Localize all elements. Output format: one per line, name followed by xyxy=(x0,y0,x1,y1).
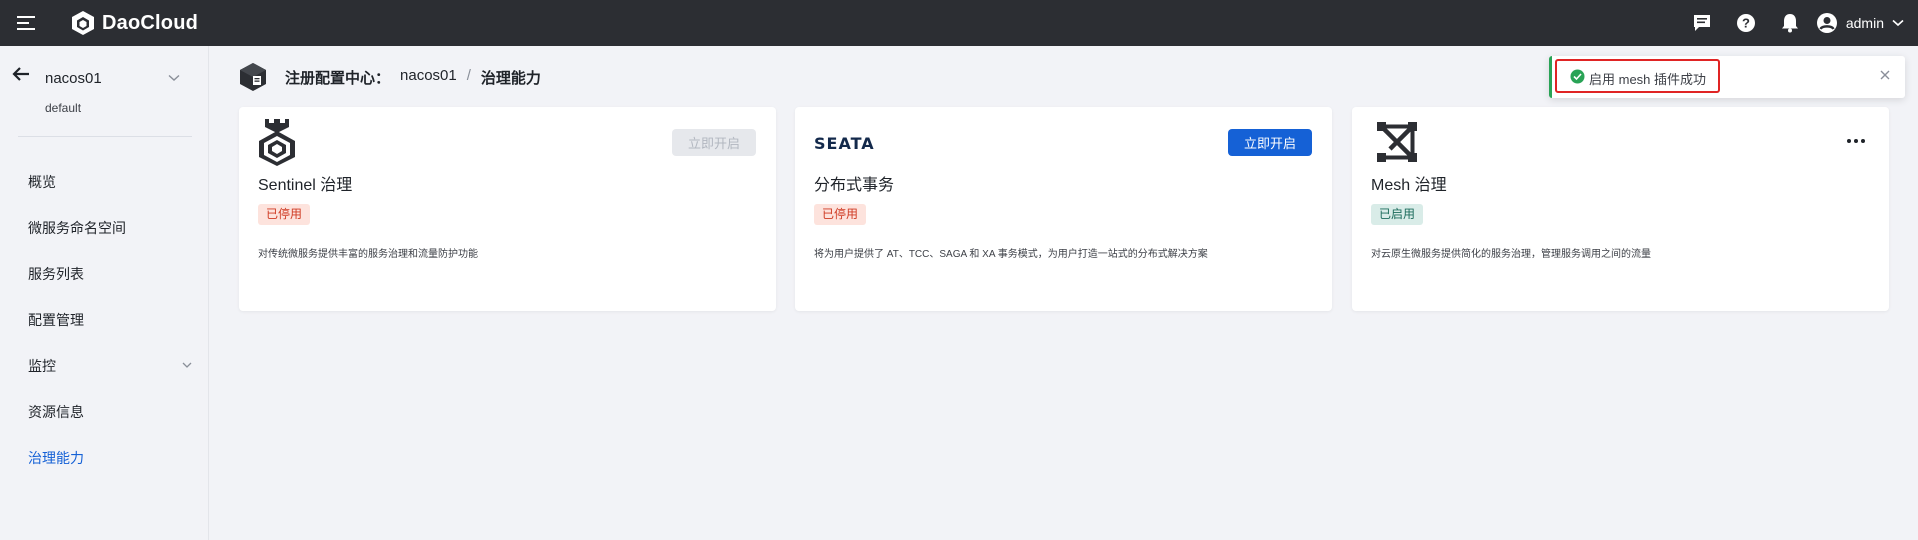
mesh-card: Mesh 治理 已启用 对云原生微服务提供简化的服务治理，管理服务调用之间的流量 xyxy=(1352,107,1889,311)
workspace-selector: nacos01 default xyxy=(0,46,208,136)
breadcrumb-instance-link[interactable]: nacos01 xyxy=(400,67,457,88)
breadcrumb-prefix: 注册配置中心： xyxy=(285,69,391,87)
help-icon: ? xyxy=(1736,14,1755,32)
sidebar-item-namespaces[interactable]: 微服务命名空间 xyxy=(0,205,209,251)
daocloud-logo-icon xyxy=(72,11,94,35)
message-icon xyxy=(1693,15,1710,31)
brand-name: DaoCloud xyxy=(102,11,199,34)
enable-sentinel-button[interactable]: 立即开启 xyxy=(672,129,756,156)
breadcrumb-current: 治理能力 xyxy=(480,69,541,87)
seata-logo-text: SEATA xyxy=(814,134,875,153)
sidebar-item-resources[interactable]: 资源信息 xyxy=(0,389,209,435)
bell-icon xyxy=(1781,14,1798,33)
sidebar-item-governance[interactable]: 治理能力 xyxy=(0,435,209,481)
message-button[interactable] xyxy=(1680,0,1724,46)
seata-card: SEATA 立即开启 分布式事务 已停用 将为用户提供了 AT、TCC、SAGA… xyxy=(795,107,1332,311)
brand-logo[interactable]: DaoCloud xyxy=(70,10,198,36)
sidebar-nav: 概览 微服务命名空间 服务列表 配置管理 监控 资源信息 治理能力 xyxy=(0,159,209,481)
status-badge: 已停用 xyxy=(258,204,311,225)
more-actions-button[interactable] xyxy=(1843,131,1869,151)
sidebar-item-label: 资源信息 xyxy=(28,404,84,420)
breadcrumb: 注册配置中心： nacos01 / 治理能力 xyxy=(239,62,541,92)
card-title: 分布式事务 xyxy=(814,177,895,194)
success-toast: 启用 mesh 插件成功 xyxy=(1549,56,1905,98)
breadcrumb-separator: / xyxy=(466,66,471,84)
help-button[interactable]: ? xyxy=(1724,0,1768,46)
card-description: 将为用户提供了 AT、TCC、SAGA 和 XA 事务模式，为用户打造一站式的分… xyxy=(814,249,1208,260)
registry-cube-icon xyxy=(240,63,266,91)
namespace-name: default xyxy=(45,101,82,115)
sidebar: nacos01 default 概览 微服务命名空间 服务列表 配置管理 监控 … xyxy=(0,46,209,540)
button-label: 立即开启 xyxy=(687,136,740,151)
menu-toggle-button[interactable] xyxy=(0,0,54,46)
user-menu[interactable]: admin xyxy=(1816,12,1904,34)
status-badge: 已停用 xyxy=(814,204,867,225)
card-description: 对传统微服务提供丰富的服务治理和流量防护功能 xyxy=(258,249,478,260)
sentinel-logo-icon xyxy=(259,119,295,166)
mesh-logo-icon xyxy=(1377,122,1417,162)
more-dot xyxy=(1854,139,1858,143)
sidebar-item-label: 治理能力 xyxy=(28,450,84,466)
sentinel-card: 立即开启 Sentinel 治理 已停用 对传统微服务提供丰富的服务治理和流量防… xyxy=(239,107,776,311)
chevron-down-icon[interactable] xyxy=(168,74,180,82)
status-badge: 已启用 xyxy=(1371,204,1424,225)
close-icon[interactable] xyxy=(1879,69,1891,81)
check-circle-icon xyxy=(1570,69,1585,84)
sidebar-item-overview[interactable]: 概览 xyxy=(0,159,209,205)
chevron-down-icon xyxy=(182,362,192,368)
card-title: Sentinel 治理 xyxy=(258,177,353,194)
avatar-icon xyxy=(1816,13,1837,33)
chevron-down-icon xyxy=(1892,19,1904,27)
sidebar-item-label: 监控 xyxy=(28,358,56,374)
more-dot xyxy=(1847,139,1851,143)
sidebar-item-label: 服务列表 xyxy=(28,266,84,282)
back-arrow-icon[interactable] xyxy=(12,66,30,82)
enable-seata-button[interactable]: 立即开启 xyxy=(1228,129,1312,156)
notification-button[interactable] xyxy=(1768,0,1812,46)
sidebar-divider xyxy=(18,136,192,137)
svg-text:?: ? xyxy=(1742,16,1750,31)
sidebar-item-services[interactable]: 服务列表 xyxy=(0,251,209,297)
toast-message: 启用 mesh 插件成功 xyxy=(1589,72,1707,87)
sidebar-item-label: 概览 xyxy=(28,174,56,190)
top-nav-bar: DaoCloud ? admin xyxy=(0,0,1918,46)
sidebar-item-monitoring[interactable]: 监控 xyxy=(0,343,209,389)
sidebar-item-label: 微服务命名空间 xyxy=(28,220,126,236)
workspace-name[interactable]: nacos01 xyxy=(45,70,102,87)
card-description: 对云原生微服务提供简化的服务治理，管理服务调用之间的流量 xyxy=(1371,249,1651,260)
button-label: 立即开启 xyxy=(1243,136,1296,151)
username: admin xyxy=(1845,15,1884,31)
more-dot xyxy=(1861,139,1865,143)
menu-icon xyxy=(17,16,35,30)
sidebar-item-config[interactable]: 配置管理 xyxy=(0,297,209,343)
seata-logo: SEATA xyxy=(814,134,875,154)
card-title: Mesh 治理 xyxy=(1371,177,1447,194)
sidebar-item-label: 配置管理 xyxy=(28,312,84,328)
